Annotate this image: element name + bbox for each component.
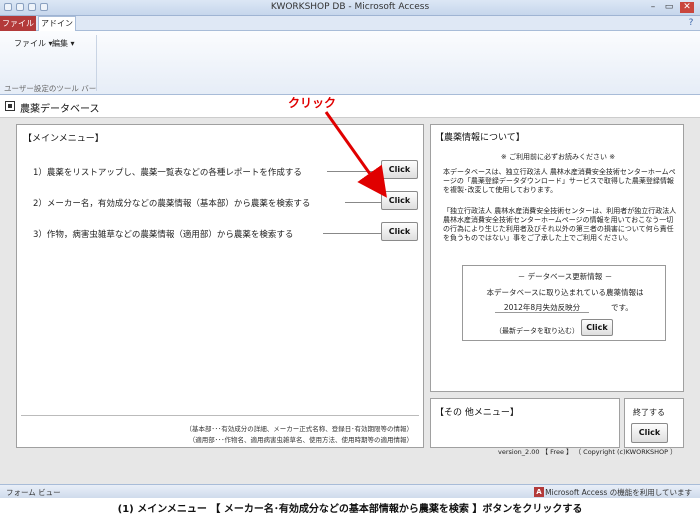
- figure-caption: (1) メインメニュー 【 メーカー名･有効成分などの基本部情報から農薬を検索 …: [117, 504, 583, 515]
- annotation-arrow-icon: [324, 111, 387, 198]
